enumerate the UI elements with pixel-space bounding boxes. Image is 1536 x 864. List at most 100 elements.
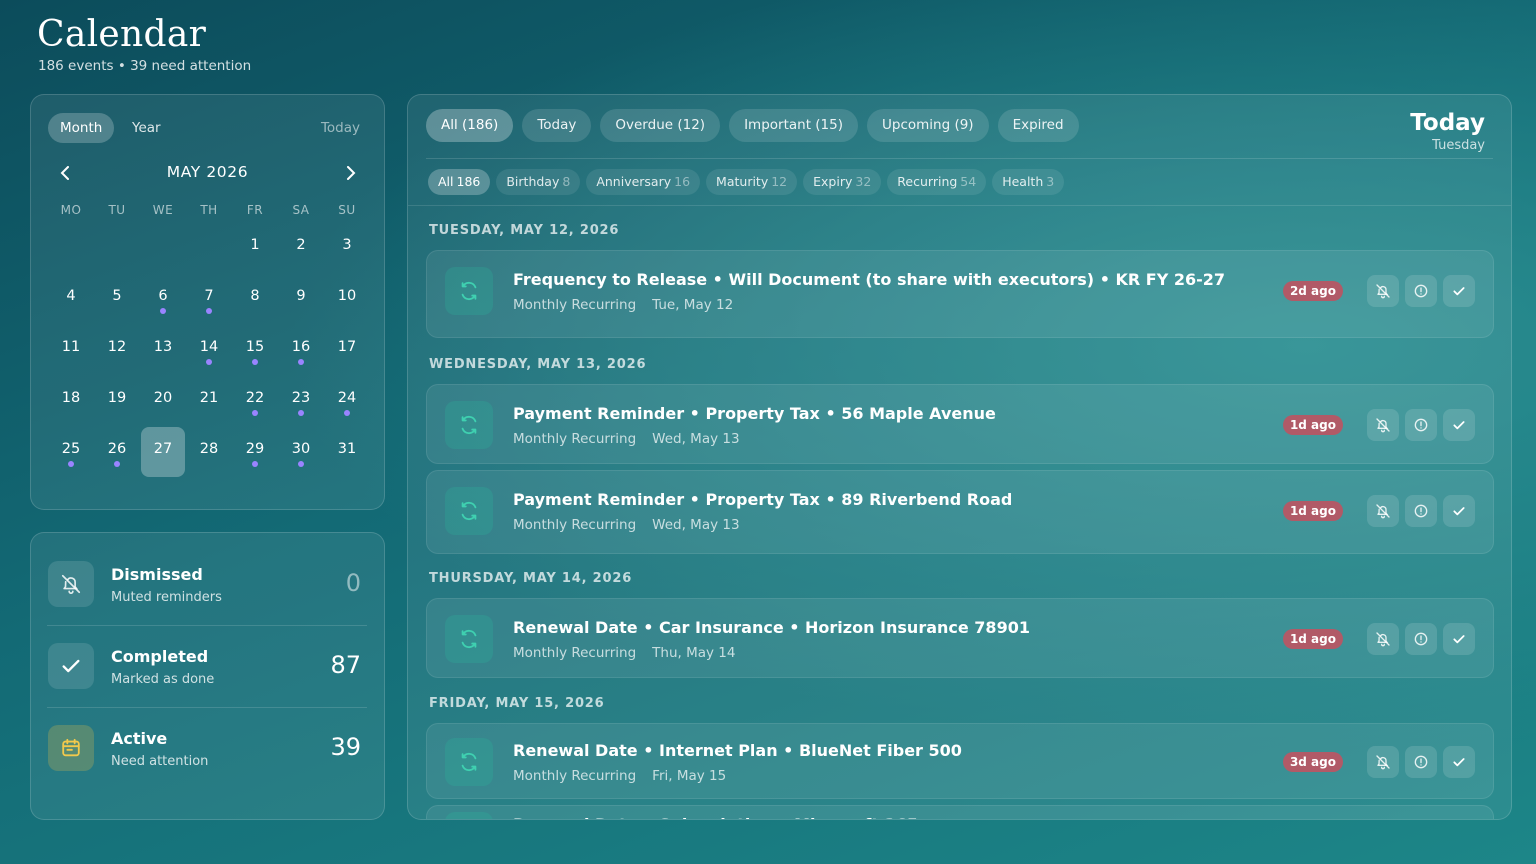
- mute-button[interactable]: [1367, 409, 1399, 441]
- stat-value: 87: [330, 651, 361, 679]
- category-chip[interactable]: Recurring 54: [887, 169, 987, 195]
- event-date: Wed, May 13: [652, 517, 740, 533]
- details-button[interactable]: [1405, 746, 1437, 778]
- calendar-day[interactable]: 13: [141, 325, 185, 375]
- calendar-day[interactable]: 31: [325, 427, 369, 477]
- event-card[interactable]: Renewal Date • Internet Plan • BlueNet F…: [426, 723, 1494, 799]
- calendar-day[interactable]: 4: [49, 274, 93, 324]
- day-number: 5: [112, 288, 122, 304]
- date-group-header: FRIDAY, MAY 15, 2026: [429, 696, 605, 711]
- filter-tab[interactable]: All (186): [426, 109, 514, 142]
- complete-button[interactable]: [1443, 409, 1475, 441]
- stat-value: 39: [330, 733, 361, 761]
- day-number: 18: [61, 390, 81, 406]
- day-number: 21: [199, 390, 219, 406]
- day-number: 22: [245, 390, 265, 406]
- day-number: 26: [107, 441, 127, 457]
- app-title: Calendar: [37, 14, 207, 55]
- calendar-day[interactable]: 23: [279, 376, 323, 426]
- filter-tab[interactable]: Expired: [997, 109, 1079, 142]
- bell-off-icon: [1375, 417, 1391, 433]
- calendar-day[interactable]: 3: [325, 223, 369, 273]
- category-chip[interactable]: Health 3: [992, 169, 1065, 195]
- event-card[interactable]: Payment Reminder • Property Tax • 56 Map…: [426, 384, 1494, 464]
- day-number: 20: [153, 390, 173, 406]
- category-chip[interactable]: Birthday 8: [496, 169, 581, 195]
- details-button[interactable]: [1405, 623, 1437, 655]
- event-title: Payment Reminder • Property Tax • 89 Riv…: [513, 490, 1013, 509]
- complete-button[interactable]: [1443, 495, 1475, 527]
- stat-active[interactable]: Active Need attention 39: [47, 711, 367, 785]
- calendar-day[interactable]: 8: [233, 274, 277, 324]
- view-month-toggle[interactable]: Month: [48, 113, 115, 143]
- day-number: 15: [245, 339, 265, 355]
- calendar-day[interactable]: 19: [95, 376, 139, 426]
- calendar-day[interactable]: 6: [141, 274, 185, 324]
- filter-tab[interactable]: Important (15): [729, 109, 858, 142]
- details-button[interactable]: [1405, 495, 1437, 527]
- category-chip[interactable]: Maturity 12: [706, 169, 798, 195]
- calendar-day[interactable]: 17: [325, 325, 369, 375]
- calendar-day[interactable]: 1: [233, 223, 277, 273]
- stat-dismissed[interactable]: Dismissed Muted reminders 0: [47, 547, 367, 621]
- mute-button[interactable]: [1367, 275, 1399, 307]
- day-number: 3: [342, 237, 352, 253]
- category-chip[interactable]: Anniversary 16: [586, 169, 701, 195]
- event-card[interactable]: Renewal Date • Car Insurance • Horizon I…: [426, 598, 1494, 678]
- calendar-day[interactable]: 2: [279, 223, 323, 273]
- complete-button[interactable]: [1443, 623, 1475, 655]
- event-type: Monthly Recurring: [513, 517, 637, 533]
- calendar-day[interactable]: 5: [95, 274, 139, 324]
- calendar-day[interactable]: 29: [233, 427, 277, 477]
- calendar-day[interactable]: 26: [95, 427, 139, 477]
- calendar-day[interactable]: 21: [187, 376, 231, 426]
- mute-button[interactable]: [1367, 746, 1399, 778]
- recurring-icon: [445, 401, 493, 449]
- calendar-day[interactable]: 24: [325, 376, 369, 426]
- day-number: 2: [296, 237, 306, 253]
- calendar-day[interactable]: 28: [187, 427, 231, 477]
- filter-tab[interactable]: Upcoming (9): [867, 109, 989, 142]
- event-meta: Monthly Recurring Fri, May 15: [513, 768, 726, 784]
- calendar-day[interactable]: 11: [49, 325, 93, 375]
- category-chip[interactable]: All 186: [428, 169, 491, 195]
- event-type: Monthly Recurring: [513, 645, 637, 661]
- event-dot: [160, 308, 166, 314]
- filter-tab[interactable]: Today: [522, 109, 592, 142]
- calendar-day[interactable]: 7: [187, 274, 231, 324]
- stat-completed[interactable]: Completed Marked as done 87: [47, 629, 367, 703]
- calendar-day[interactable]: 22: [233, 376, 277, 426]
- calendar-day[interactable]: 10: [325, 274, 369, 324]
- category-chip[interactable]: Expiry 32: [803, 169, 882, 195]
- filter-tab[interactable]: Overdue (12): [600, 109, 721, 142]
- calendar-day[interactable]: 25: [49, 427, 93, 477]
- details-button[interactable]: [1405, 275, 1437, 307]
- calendar-day[interactable]: 20: [141, 376, 185, 426]
- event-dot: [68, 461, 74, 467]
- details-button[interactable]: [1405, 409, 1437, 441]
- calendar-day[interactable]: 14: [187, 325, 231, 375]
- complete-button[interactable]: [1443, 746, 1475, 778]
- calendar-day[interactable]: 15: [233, 325, 277, 375]
- check-icon: [1451, 631, 1467, 647]
- today-button[interactable]: Today: [321, 113, 360, 143]
- calendar-day[interactable]: 9: [279, 274, 323, 324]
- calendar-day[interactable]: 16: [279, 325, 323, 375]
- complete-button[interactable]: [1443, 275, 1475, 307]
- calendar-day[interactable]: 12: [95, 325, 139, 375]
- day-number: 29: [245, 441, 265, 457]
- calendar-day[interactable]: 30: [279, 427, 323, 477]
- date-group-header: WEDNESDAY, MAY 13, 2026: [429, 357, 647, 372]
- mute-button[interactable]: [1367, 623, 1399, 655]
- divider: [426, 158, 1493, 159]
- mute-button[interactable]: [1367, 495, 1399, 527]
- view-year-toggle[interactable]: Year: [120, 113, 173, 143]
- check-icon: [48, 643, 94, 689]
- event-card[interactable]: Payment Reminder • Property Tax • 89 Riv…: [426, 470, 1494, 554]
- stat-title: Completed: [111, 647, 209, 666]
- calendar-day[interactable]: 18: [49, 376, 93, 426]
- calendar-day-selected[interactable]: 27: [141, 427, 185, 477]
- recurring-icon: [445, 267, 493, 315]
- event-card[interactable]: Renewal Date • Subscription • Microsoft …: [426, 805, 1494, 819]
- event-card[interactable]: Frequency to Release • Will Document (to…: [426, 250, 1494, 338]
